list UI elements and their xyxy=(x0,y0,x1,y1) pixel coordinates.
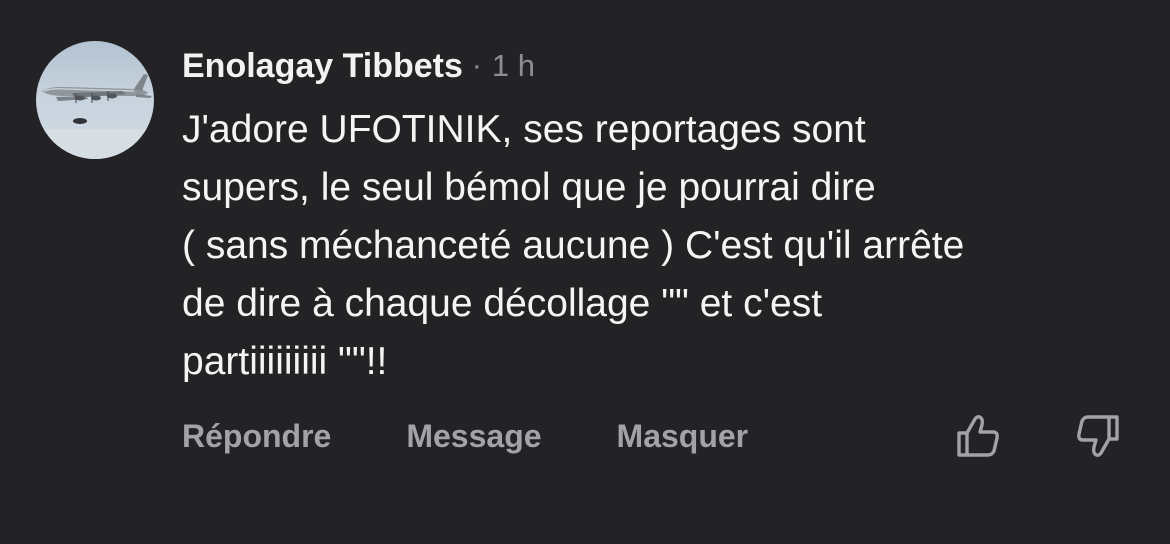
reply-button[interactable]: Répondre xyxy=(182,418,331,455)
airplane-avatar-image xyxy=(36,74,154,159)
dislike-button[interactable] xyxy=(1073,411,1123,461)
hide-button[interactable]: Masquer xyxy=(617,418,749,455)
like-button[interactable] xyxy=(953,411,1003,461)
author-name[interactable]: Enolagay Tibbets xyxy=(182,47,463,86)
timestamp: 1 h xyxy=(491,48,535,83)
comment-text: J'adore UFOTINIK, ses reportages sont su… xyxy=(182,108,965,383)
thumbs-up-icon xyxy=(957,415,999,457)
message-button[interactable]: Message xyxy=(406,418,541,455)
meta-separator: · xyxy=(471,49,482,82)
comment-card: Enolagay Tibbets · 1 h J'adore UFOTINIK,… xyxy=(0,0,1170,544)
thumbs-down-icon xyxy=(1077,415,1119,457)
avatar[interactable] xyxy=(36,41,154,159)
comment-actions: Répondre Message Masquer xyxy=(182,412,748,460)
comment-header: Enolagay Tibbets · 1 h xyxy=(182,44,535,88)
